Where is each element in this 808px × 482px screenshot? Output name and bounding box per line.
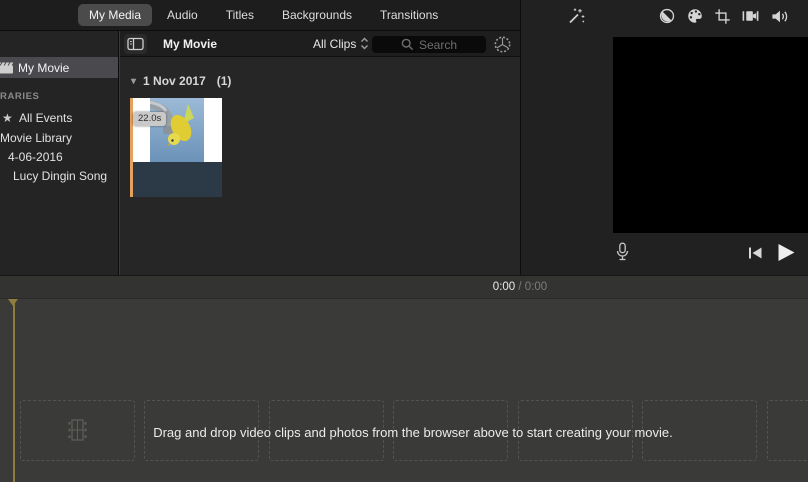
time-display: 0:00 / 0:00 xyxy=(493,281,547,293)
viewer-panel xyxy=(520,0,808,275)
clip-browser: My Movie All Clips Search xyxy=(120,31,520,275)
star-icon: ★ xyxy=(2,111,19,125)
bird-on-faucet-photo xyxy=(150,98,204,162)
sidebar-item-label: All Events xyxy=(19,111,72,125)
sidebar-toggle-button[interactable] xyxy=(124,34,147,54)
all-clips-filter[interactable]: All Clips xyxy=(313,37,369,51)
microphone-icon xyxy=(615,242,630,262)
tab-transitions[interactable]: Transitions xyxy=(367,4,451,26)
crop-button[interactable] xyxy=(714,8,731,25)
magic-wand-icon xyxy=(567,7,585,25)
playhead-handle[interactable] xyxy=(8,299,18,306)
clapperboard-icon xyxy=(0,62,18,74)
chevron-up-down-icon xyxy=(360,37,369,50)
group-count: (1) xyxy=(217,74,232,88)
total-time: 0:00 xyxy=(525,281,547,293)
video-clip-thumbnail[interactable]: 22.0s xyxy=(130,98,222,197)
sidebar-item-label: My Movie xyxy=(18,61,69,75)
voiceover-button[interactable] xyxy=(615,242,630,262)
sidebar-item-label: Movie Library xyxy=(0,131,72,145)
play-button[interactable] xyxy=(776,243,796,262)
search-input[interactable]: Search xyxy=(372,36,486,53)
color-balance-button[interactable] xyxy=(658,7,676,25)
playhead[interactable] xyxy=(13,299,15,482)
time-separator: / xyxy=(518,281,521,293)
search-placeholder: Search xyxy=(419,38,457,52)
clip-filler xyxy=(133,162,223,197)
libraries-section-label: RARIES xyxy=(0,91,40,102)
group-date-label: 1 Nov 2017 xyxy=(143,74,206,88)
settings-gear-icon xyxy=(493,35,512,54)
filter-label: All Clips xyxy=(313,37,356,51)
stabilization-camera-button[interactable] xyxy=(741,7,760,25)
tab-audio[interactable]: Audio xyxy=(154,4,211,26)
sidebar-item-event-date[interactable]: 4-06-2016 xyxy=(0,146,119,167)
clip-image xyxy=(133,98,223,162)
clip-selection-bar xyxy=(130,98,133,197)
color-correction-palette-button[interactable] xyxy=(686,7,704,25)
browser-header: My Movie All Clips Search xyxy=(120,31,520,57)
tab-titles[interactable]: Titles xyxy=(213,4,267,26)
imovie-window: My Media Audio Titles Backgrounds Transi… xyxy=(0,0,808,482)
skip-to-start-button[interactable] xyxy=(747,246,763,260)
transport-controls xyxy=(747,243,796,262)
sidebar-item-movie-library[interactable]: Movie Library xyxy=(0,127,119,148)
media-toolbar: My Media Audio Titles Backgrounds Transi… xyxy=(0,0,520,31)
search-icon xyxy=(401,38,414,51)
browser-title: My Movie xyxy=(163,37,217,51)
filmstrip-icon xyxy=(67,419,88,441)
sidebar-item-label: 4-06-2016 xyxy=(8,150,63,164)
adjust-toolbar xyxy=(658,7,789,25)
media-tabs: My Media Audio Titles Backgrounds Transi… xyxy=(78,4,451,26)
enhance-button[interactable] xyxy=(567,7,585,25)
browser-settings-button[interactable] xyxy=(492,34,513,55)
clip-placeholder xyxy=(767,400,808,461)
sidebar-item-all-events[interactable]: ★ All Events xyxy=(0,107,119,128)
tab-backgrounds[interactable]: Backgrounds xyxy=(269,4,365,26)
sidebar-item-label: Lucy Dingin Song xyxy=(13,169,107,183)
clip-duration-badge: 22.0s xyxy=(133,112,166,126)
volume-speaker-button[interactable] xyxy=(770,8,789,25)
timeline-toolbar: 0:00 / 0:00 xyxy=(0,275,808,299)
sidebar-toggle-icon xyxy=(127,37,144,51)
libraries-sidebar: OJECT MEDIA My Movie RARIES ★ All Events… xyxy=(0,31,119,275)
sidebar-item-event-song[interactable]: Lucy Dingin Song xyxy=(0,165,119,186)
current-time: 0:00 xyxy=(493,281,515,293)
disclosure-triangle-icon[interactable]: ▾ xyxy=(131,76,136,87)
video-viewer[interactable] xyxy=(613,37,808,233)
timeline-empty-message: Drag and drop video clips and photos fro… xyxy=(153,425,673,440)
tab-my-media[interactable]: My Media xyxy=(78,4,152,26)
timeline[interactable]: Drag and drop video clips and photos fro… xyxy=(0,299,808,482)
sidebar-item-my-movie[interactable]: My Movie xyxy=(0,57,119,78)
clip-group-header[interactable]: ▾ 1 Nov 2017 (1) xyxy=(131,74,231,88)
